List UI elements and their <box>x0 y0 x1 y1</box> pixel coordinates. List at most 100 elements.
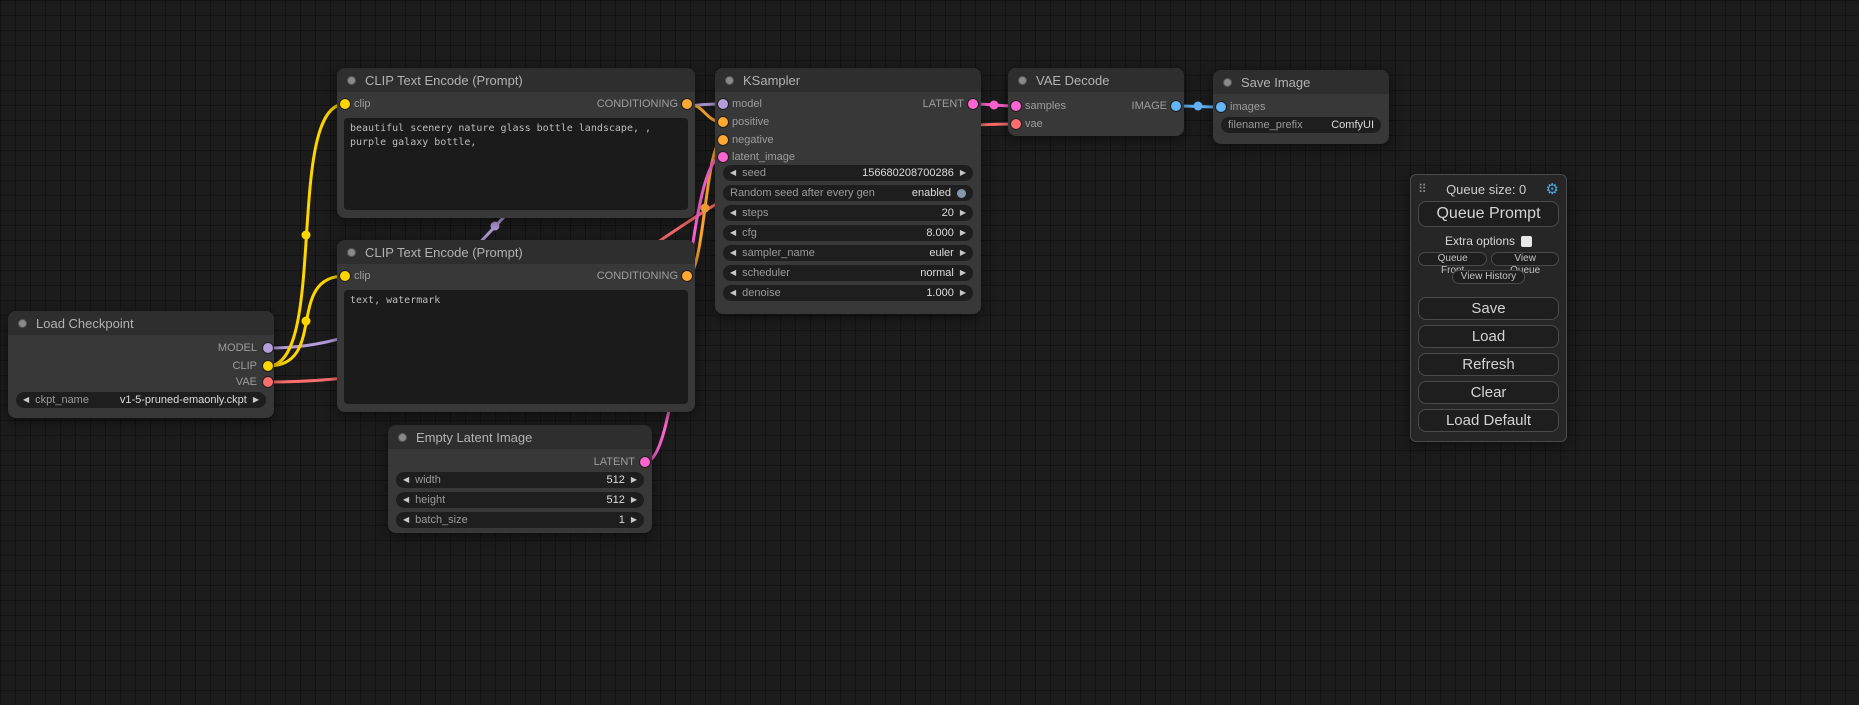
decrement-arrow-icon[interactable]: ◀ <box>730 245 736 261</box>
increment-arrow-icon[interactable]: ▶ <box>960 265 966 281</box>
wire-midpoint-dot <box>302 317 311 326</box>
queue-front-button[interactable]: Queue Front <box>1418 252 1487 266</box>
node-clip-text-encode-negative[interactable]: CLIP Text Encode (Prompt) clip CONDITION… <box>337 240 695 412</box>
node-vae-decode[interactable]: VAE Decode samples vae IMAGE <box>1008 68 1184 136</box>
queue-menu-panel: ⠿ Queue size: 0 ⚙ Queue Prompt Extra opt… <box>1410 174 1567 442</box>
increment-arrow-icon[interactable]: ▶ <box>253 392 259 408</box>
widget-height[interactable]: ◀ height 512 ▶ <box>396 492 644 508</box>
node-title-bar[interactable]: KSampler <box>715 68 981 92</box>
decrement-arrow-icon[interactable]: ◀ <box>730 285 736 301</box>
node-title-bar[interactable]: Load Checkpoint <box>8 311 274 335</box>
output-dot-conditioning[interactable] <box>682 99 692 109</box>
increment-arrow-icon[interactable]: ▶ <box>960 165 966 181</box>
decrement-arrow-icon[interactable]: ◀ <box>730 165 736 181</box>
input-dot-negative[interactable] <box>718 135 728 145</box>
increment-arrow-icon[interactable]: ▶ <box>960 245 966 261</box>
output-dot-latent[interactable] <box>968 99 978 109</box>
prompt-textarea[interactable]: beautiful scenery nature glass bottle la… <box>344 118 688 210</box>
node-title-bar[interactable]: CLIP Text Encode (Prompt) <box>337 68 695 92</box>
increment-arrow-icon[interactable]: ▶ <box>631 472 637 488</box>
decrement-arrow-icon[interactable]: ◀ <box>730 205 736 221</box>
node-title: VAE Decode <box>1036 73 1109 88</box>
collapse-dot[interactable] <box>398 433 407 442</box>
toggle-dot[interactable] <box>957 189 966 198</box>
output-label-latent: LATENT <box>923 96 964 112</box>
widget-denoise[interactable]: ◀ denoise 1.000 ▶ <box>723 285 973 301</box>
node-title-bar[interactable]: VAE Decode <box>1008 68 1184 92</box>
widget-steps[interactable]: ◀ steps 20 ▶ <box>723 205 973 221</box>
input-dot-vae[interactable] <box>1011 119 1021 129</box>
input-label-images: images <box>1230 99 1265 115</box>
clear-button[interactable]: Clear <box>1418 381 1559 404</box>
output-label-latent: LATENT <box>594 454 635 470</box>
input-label-negative: negative <box>732 132 774 148</box>
input-label-latent-image: latent_image <box>732 149 795 165</box>
wire-midpoint-dot <box>302 231 311 240</box>
node-save-image[interactable]: Save Image images filename_prefix ComfyU… <box>1213 70 1389 144</box>
node-empty-latent-image[interactable]: Empty Latent Image LATENT ◀ width 512 ▶ … <box>388 425 652 533</box>
settings-gear-icon[interactable]: ⚙ <box>1546 180 1559 198</box>
collapse-dot[interactable] <box>347 76 356 85</box>
node-title-bar[interactable]: Save Image <box>1213 70 1389 94</box>
input-label-clip: clip <box>354 96 371 112</box>
input-dot-images[interactable] <box>1216 102 1226 112</box>
drag-handle-icon[interactable]: ⠿ <box>1418 182 1427 196</box>
extra-options-label: Extra options <box>1445 234 1515 248</box>
node-load-checkpoint[interactable]: Load Checkpoint MODEL CLIP VAE ◀ ckpt_na… <box>8 311 274 418</box>
output-dot-latent[interactable] <box>640 457 650 467</box>
widget-batch-size[interactable]: ◀ batch_size 1 ▶ <box>396 512 644 528</box>
output-dot-vae[interactable] <box>263 377 273 387</box>
node-clip-text-encode-positive[interactable]: CLIP Text Encode (Prompt) clip CONDITION… <box>337 68 695 218</box>
output-dot-conditioning[interactable] <box>682 271 692 281</box>
output-dot-clip[interactable] <box>263 361 273 371</box>
input-dot-clip[interactable] <box>340 99 350 109</box>
node-title-bar[interactable]: CLIP Text Encode (Prompt) <box>337 240 695 264</box>
input-dot-positive[interactable] <box>718 117 728 127</box>
widget-filename-prefix[interactable]: filename_prefix ComfyUI <box>1221 117 1381 133</box>
widget-sampler-name[interactable]: ◀ sampler_name euler ▶ <box>723 245 973 261</box>
queue-size-label: Queue size: 0 <box>1427 182 1546 197</box>
refresh-button[interactable]: Refresh <box>1418 353 1559 376</box>
decrement-arrow-icon[interactable]: ◀ <box>730 265 736 281</box>
collapse-dot[interactable] <box>347 248 356 257</box>
input-dot-model[interactable] <box>718 99 728 109</box>
input-dot-samples[interactable] <box>1011 101 1021 111</box>
load-button[interactable]: Load <box>1418 325 1559 348</box>
output-label-model: MODEL <box>218 340 257 356</box>
widget-width[interactable]: ◀ width 512 ▶ <box>396 472 644 488</box>
load-default-button[interactable]: Load Default <box>1418 409 1559 432</box>
output-dot-image[interactable] <box>1171 101 1181 111</box>
increment-arrow-icon[interactable]: ▶ <box>960 205 966 221</box>
widget-seed[interactable]: ◀ seed 156680208700286 ▶ <box>723 165 973 181</box>
increment-arrow-icon[interactable]: ▶ <box>631 512 637 528</box>
extra-options-checkbox[interactable] <box>1521 236 1532 247</box>
output-dot-model[interactable] <box>263 343 273 353</box>
widget-ckpt-name[interactable]: ◀ ckpt_name v1-5-pruned-emaonly.ckpt ▶ <box>16 392 266 408</box>
node-title-bar[interactable]: Empty Latent Image <box>388 425 652 449</box>
collapse-dot[interactable] <box>1223 78 1232 87</box>
increment-arrow-icon[interactable]: ▶ <box>960 225 966 241</box>
input-dot-clip[interactable] <box>340 271 350 281</box>
save-button[interactable]: Save <box>1418 297 1559 320</box>
queue-prompt-button[interactable]: Queue Prompt <box>1418 201 1559 227</box>
widget-scheduler[interactable]: ◀ scheduler normal ▶ <box>723 265 973 281</box>
widget-random-seed-toggle[interactable]: Random seed after every gen enabled <box>723 185 973 201</box>
graph-canvas[interactable]: Load Checkpoint MODEL CLIP VAE ◀ ckpt_na… <box>0 0 1859 705</box>
decrement-arrow-icon[interactable]: ◀ <box>23 392 29 408</box>
decrement-arrow-icon[interactable]: ◀ <box>403 512 409 528</box>
widget-cfg[interactable]: ◀ cfg 8.000 ▶ <box>723 225 973 241</box>
input-dot-latent-image[interactable] <box>718 152 728 162</box>
node-ksampler[interactable]: KSampler model positive negative latent_… <box>715 68 981 314</box>
prompt-textarea[interactable]: text, watermark <box>344 290 688 404</box>
collapse-dot[interactable] <box>1018 76 1027 85</box>
decrement-arrow-icon[interactable]: ◀ <box>403 472 409 488</box>
collapse-dot[interactable] <box>18 319 27 328</box>
increment-arrow-icon[interactable]: ▶ <box>960 285 966 301</box>
view-queue-button[interactable]: View Queue <box>1491 252 1559 266</box>
extra-options-row: Extra options <box>1418 234 1559 248</box>
decrement-arrow-icon[interactable]: ◀ <box>730 225 736 241</box>
collapse-dot[interactable] <box>725 76 734 85</box>
increment-arrow-icon[interactable]: ▶ <box>631 492 637 508</box>
view-history-button[interactable]: View History <box>1452 270 1525 284</box>
decrement-arrow-icon[interactable]: ◀ <box>403 492 409 508</box>
